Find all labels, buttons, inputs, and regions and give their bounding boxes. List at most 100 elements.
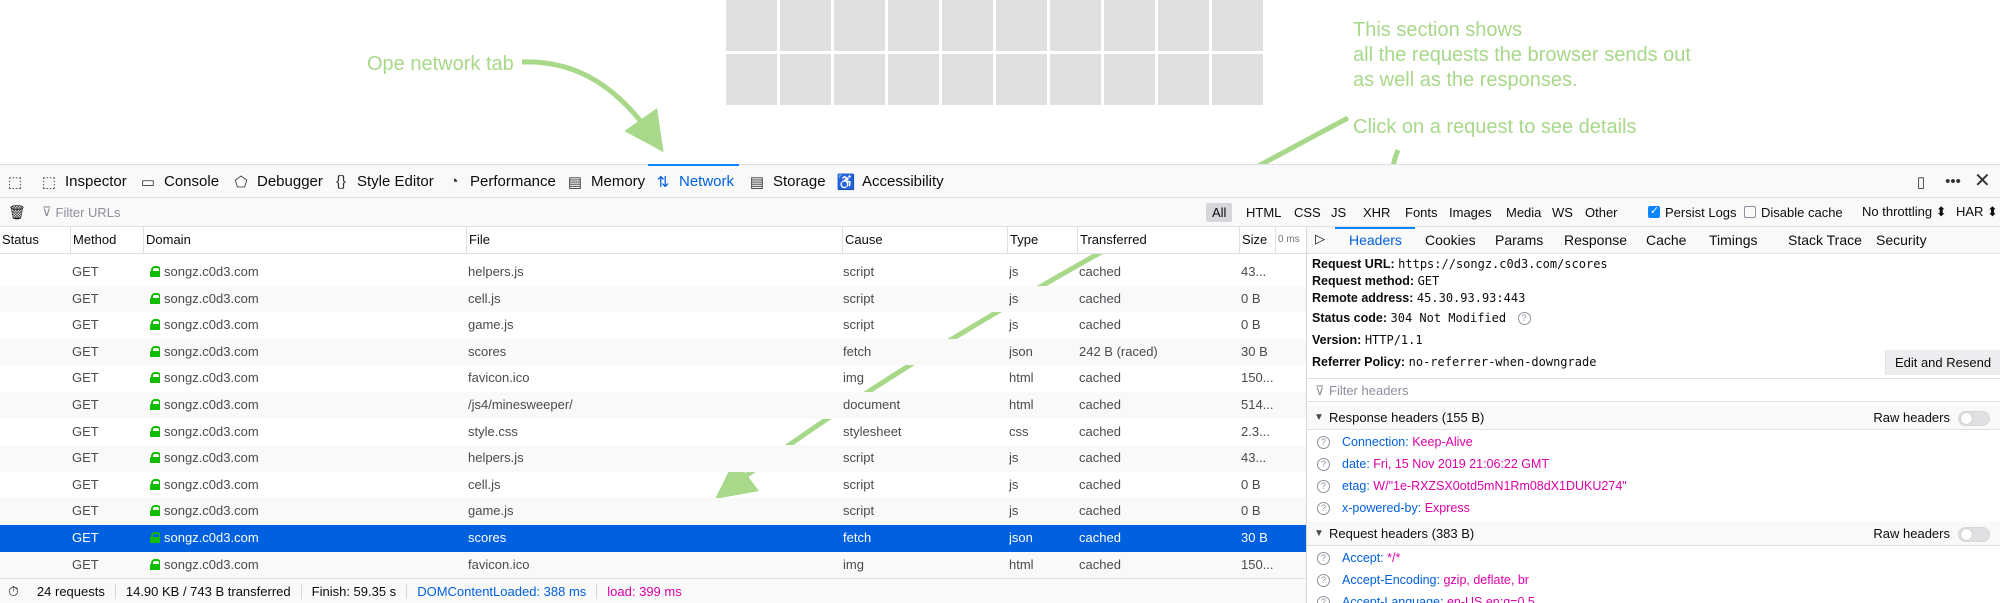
request-row[interactable]: 200GETsongz.c0d3.comscoresfetchjson242 B…: [0, 338, 1306, 366]
dock-button[interactable]: ▯: [1912, 165, 1930, 198]
har-menu[interactable]: HAR ⬍: [1956, 198, 1998, 226]
filter-type-js[interactable]: JS: [1325, 198, 1352, 226]
details-tab-headers[interactable]: Headers: [1349, 227, 1402, 253]
grid-cell[interactable]: [996, 0, 1047, 51]
throttling-select[interactable]: No throttling ⬍: [1862, 198, 1947, 226]
column-transferred[interactable]: Transferred: [1077, 227, 1239, 253]
request-row[interactable]: 304GETsongz.c0d3.com/js4/minesweeper/doc…: [0, 391, 1306, 419]
column-cause[interactable]: Cause: [842, 227, 1007, 253]
tab-storage[interactable]: ▤ Storage: [748, 165, 826, 198]
element-picker-button[interactable]: ⬚: [6, 165, 24, 198]
disable-cache-checkbox[interactable]: Disable cache: [1744, 198, 1843, 226]
tab-network[interactable]: ⇅ Network: [654, 165, 734, 198]
column-file[interactable]: File: [466, 227, 842, 253]
details-tab-stack-trace[interactable]: Stack Trace: [1788, 227, 1862, 253]
status-help-icon[interactable]: ?: [1517, 312, 1531, 325]
column-size[interactable]: Size: [1239, 227, 1275, 253]
details-tab-security[interactable]: Security: [1876, 227, 1927, 253]
tab-accessibility[interactable]: ♿ Accessibility: [837, 165, 944, 198]
details-tab-cache[interactable]: Cache: [1646, 227, 1686, 253]
header-row[interactable]: ? date: Fri, 15 Nov 2019 21:06:22 GMT: [1317, 457, 1549, 471]
grid-cell[interactable]: [780, 54, 831, 105]
raw-headers-toggle[interactable]: [1958, 527, 1990, 542]
details-tab-timings[interactable]: Timings: [1709, 227, 1758, 253]
column-method[interactable]: Method: [70, 227, 143, 253]
grid-cell[interactable]: [780, 0, 831, 51]
tab-performance[interactable]: ◔ Performance: [445, 165, 555, 198]
tab-console[interactable]: ▭ Console: [139, 165, 219, 198]
tab-style-editor[interactable]: {} Style Editor: [332, 165, 434, 198]
grid-cell[interactable]: [888, 54, 939, 105]
grid-cell[interactable]: [1158, 54, 1209, 105]
request-row[interactable]: 304GETsongz.c0d3.comgame.jsscriptjscache…: [0, 312, 1306, 339]
raw-headers-toggle[interactable]: [1958, 411, 1990, 426]
header-help-icon[interactable]: ?: [1317, 458, 1330, 471]
tab-inspector[interactable]: ⬚ Inspector: [40, 165, 127, 198]
header-help-icon[interactable]: ?: [1317, 480, 1330, 493]
grid-cell[interactable]: [726, 54, 777, 105]
header-row[interactable]: ? etag: W/"1e-RXZSX0otd5mN1Rm08dX1DUKU274…: [1317, 479, 1627, 493]
filter-type-ws[interactable]: WS: [1546, 198, 1579, 226]
request-row[interactable]: 304GETsongz.c0d3.comhelpers.jsscriptjsca…: [0, 259, 1306, 286]
grid-cell[interactable]: [942, 0, 993, 51]
header-help-icon[interactable]: ?: [1317, 436, 1330, 449]
request-headers-section[interactable]: ▼ Request headers (383 B) Raw headers: [1307, 522, 2000, 546]
header-row[interactable]: ? Connection: Keep-Alive: [1317, 435, 1473, 449]
column-waterfall[interactable]: 0 ms: [1275, 227, 1306, 253]
tab-memory[interactable]: ▤ Memory: [566, 165, 645, 198]
header-help-icon[interactable]: ?: [1317, 552, 1330, 565]
header-help-icon[interactable]: ?: [1317, 596, 1330, 603]
filter-type-other[interactable]: Other: [1579, 198, 1624, 226]
tab-debugger[interactable]: ⬠ Debugger: [232, 165, 322, 198]
clear-requests-button[interactable]: 🗑: [8, 198, 26, 226]
column-type[interactable]: Type: [1007, 227, 1077, 253]
filter-urls-input[interactable]: ⊽ Filter URLs: [42, 198, 121, 226]
header-help-icon[interactable]: ?: [1317, 502, 1330, 515]
filter-type-html[interactable]: HTML: [1240, 198, 1287, 226]
grid-cell[interactable]: [1158, 0, 1209, 51]
grid-cell[interactable]: [1212, 0, 1263, 51]
edit-and-resend-button[interactable]: Edit and Resend: [1885, 350, 2000, 375]
grid-cell[interactable]: [834, 0, 885, 51]
performance-analysis-icon[interactable]: ⏱: [0, 583, 27, 600]
grid-cell[interactable]: [1212, 54, 1263, 105]
close-devtools-icon[interactable]: ✕: [1974, 165, 1991, 198]
filter-headers-input[interactable]: ⊽ Filter headers: [1307, 378, 2000, 402]
grid-cell[interactable]: [1104, 54, 1155, 105]
filter-type-images[interactable]: Images: [1443, 198, 1498, 226]
details-tab-params[interactable]: Params: [1495, 227, 1543, 253]
grid-cell[interactable]: [1104, 0, 1155, 51]
column-status[interactable]: Status: [0, 227, 70, 253]
grid-cell[interactable]: [942, 54, 993, 105]
request-row[interactable]: 304GETsongz.c0d3.comscoresfetchjsoncache…: [0, 524, 1306, 552]
toggle-sidebar-icon[interactable]: ▷: [1315, 231, 1325, 247]
filter-type-all[interactable]: All: [1206, 198, 1233, 226]
persist-logs-checkbox[interactable]: Persist Logs: [1648, 198, 1737, 226]
request-row[interactable]: 404GETsongz.c0d3.comfavicon.icoimghtmlca…: [0, 365, 1306, 392]
request-row[interactable]: 304GETsongz.c0d3.comcell.jsscriptjscache…: [0, 472, 1306, 499]
response-headers-section[interactable]: ▼ Response headers (155 B) Raw headers: [1307, 406, 2000, 430]
request-row[interactable]: 304GETsongz.c0d3.comgame.jsscriptjscache…: [0, 498, 1306, 525]
filter-type-css[interactable]: CSS: [1288, 198, 1327, 226]
grid-cell[interactable]: [888, 0, 939, 51]
header-help-icon[interactable]: ?: [1317, 574, 1330, 587]
header-row[interactable]: ? Accept-Language: en-US,en;q=0.5: [1317, 595, 1535, 603]
header-row[interactable]: ? Accept: */*: [1317, 551, 1400, 565]
header-row[interactable]: ? Accept-Encoding: gzip, deflate, br: [1317, 573, 1529, 587]
grid-cell[interactable]: [1050, 0, 1101, 51]
details-tab-response[interactable]: Response: [1564, 227, 1627, 253]
request-row[interactable]: 304GETsongz.c0d3.comcell.jsscriptjscache…: [0, 285, 1306, 313]
grid-cell[interactable]: [726, 0, 777, 51]
request-row[interactable]: 304GETsongz.c0d3.comhelpers.jsscriptjsca…: [0, 445, 1306, 472]
grid-cell[interactable]: [996, 54, 1047, 105]
filter-type-fonts[interactable]: Fonts: [1399, 198, 1444, 226]
grid-cell[interactable]: [834, 54, 885, 105]
filter-type-xhr[interactable]: XHR: [1357, 198, 1396, 226]
more-options-button[interactable]: •••: [1944, 165, 1962, 198]
request-row[interactable]: 304GETsongz.c0d3.comstyle.cssstylesheetc…: [0, 419, 1306, 446]
header-row[interactable]: ? x-powered-by: Express: [1317, 501, 1470, 515]
column-domain[interactable]: Domain: [143, 227, 466, 253]
grid-cell[interactable]: [1050, 54, 1101, 105]
filter-type-media[interactable]: Media: [1500, 198, 1547, 226]
details-tab-cookies[interactable]: Cookies: [1425, 227, 1476, 253]
